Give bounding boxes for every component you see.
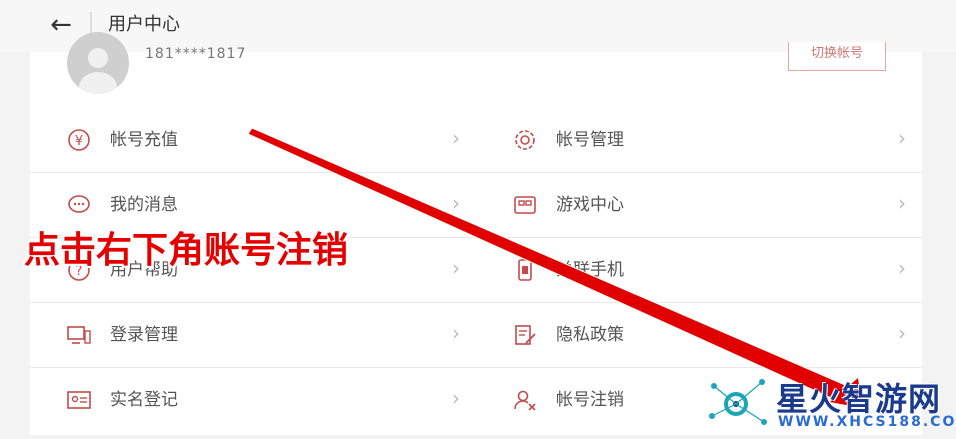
watermark-logo-icon: [709, 379, 767, 425]
site-watermark: 星火智游网 WWW.XHCS188.COM: [706, 372, 956, 435]
watermark-site: WWW.XHCS188.COM: [778, 414, 956, 430]
instruction-caption: 点击右下角账号注销: [24, 230, 349, 271]
pointer-arrow: [247, 127, 862, 408]
